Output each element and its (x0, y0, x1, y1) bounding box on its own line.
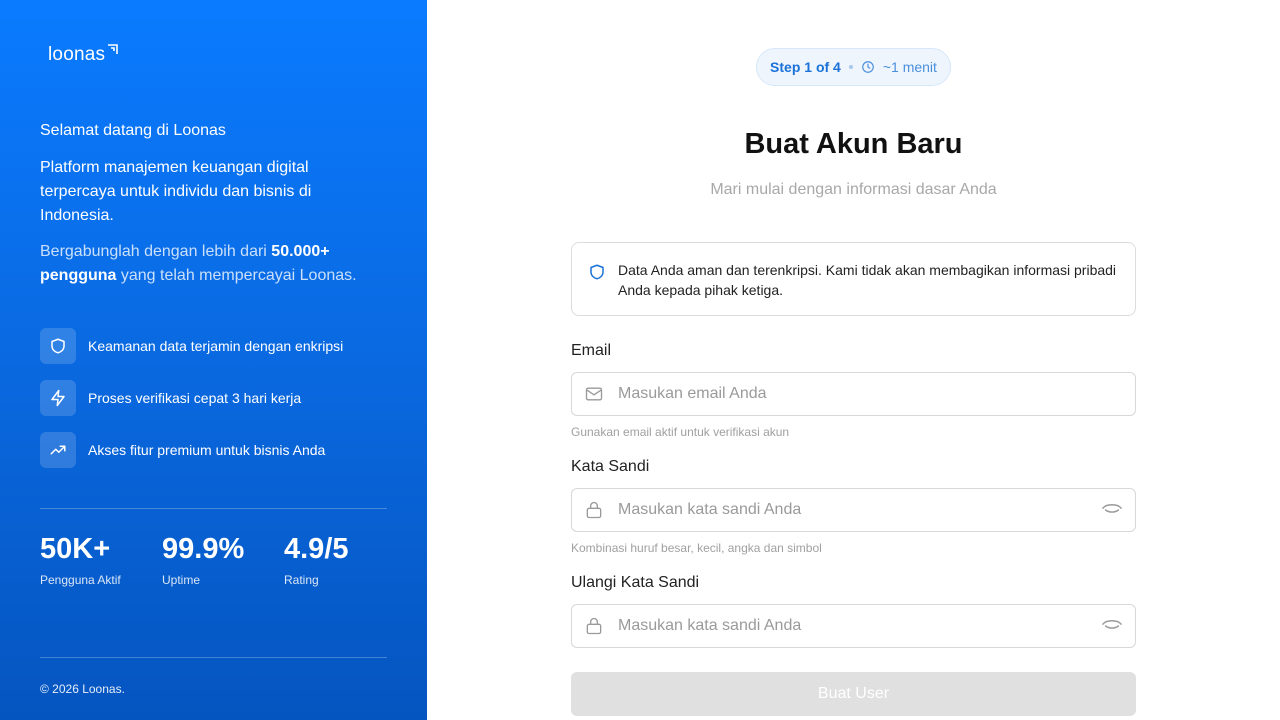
eye-closed-icon[interactable] (1101, 615, 1123, 637)
platform-description: Platform manajemen keuangan digital terp… (40, 159, 312, 224)
stat-value: 4.9/5 (284, 533, 349, 565)
email-label: Email (571, 342, 612, 359)
stat-label: Uptime (162, 573, 201, 587)
page-title: Buat Akun Baru (744, 128, 963, 160)
email-hint: Gunakan email aktif untuk verifikasi aku… (571, 425, 790, 439)
welcome-heading: Selamat datang di Loonas (40, 122, 226, 139)
time-estimate: ~1 menit (882, 59, 937, 75)
page-subtitle: Mari mulai dengan informasi dasar Anda (710, 181, 997, 198)
email-placeholder: Masukan email Anda (618, 385, 767, 402)
logo-arrow-icon (108, 44, 119, 54)
logo-text: loonas (48, 44, 106, 65)
brand-panel: loonas Selamat datang di Loonas Platform… (0, 0, 427, 720)
feature-item-verification: Proses verifikasi cepat 3 hari kerja (40, 380, 343, 416)
feature-item-premium: Akses fitur premium untuk bisnis Anda (40, 432, 343, 468)
password-field[interactable]: Masukan kata sandi Anda (571, 488, 1136, 532)
lock-icon (586, 617, 602, 635)
stat-label: Rating (284, 573, 319, 587)
divider (40, 508, 387, 509)
password-hint: Kombinasi huruf besar, kecil, angka dan … (571, 541, 822, 555)
eye-closed-icon[interactable] (1101, 499, 1123, 521)
signup-form-panel: Step 1 of 4 ~1 menit Buat Akun Baru Mari… (427, 0, 1280, 720)
stat-value: 50K+ (40, 533, 111, 565)
feature-label: Proses verifikasi cepat 3 hari kerja (88, 390, 302, 406)
create-user-button[interactable]: Buat User (571, 672, 1136, 716)
trending-up-icon (40, 432, 76, 468)
stat-active-users: 50K+ Pengguna Aktif (40, 532, 162, 587)
feature-label: Keamanan data terjamin dengan enkripsi (88, 338, 344, 354)
feature-list: Keamanan data terjamin dengan enkripsi P… (40, 328, 343, 484)
password-placeholder: Masukan kata sandi Anda (618, 501, 802, 518)
join-text: Bergabunglah dengan lebih dari 50.000+ p… (40, 240, 380, 288)
stat-label: Pengguna Aktif (40, 573, 121, 587)
stat-uptime: 99.9% Uptime (162, 532, 284, 587)
notice-text: Data Anda aman dan terenkripsi. Kami tid… (618, 262, 1117, 298)
mail-icon (585, 387, 603, 401)
clock-icon (862, 61, 874, 73)
step-text: Step 1 of 4 (770, 59, 841, 75)
stat-rating: 4.9/5 Rating (284, 532, 406, 587)
stat-value: 99.9% (162, 533, 245, 565)
security-notice: Data Anda aman dan terenkripsi. Kami tid… (571, 242, 1136, 316)
confirm-password-placeholder: Masukan kata sandi Anda (618, 617, 802, 634)
feature-label: Akses fitur premium untuk bisnis Anda (88, 442, 326, 458)
join-prefix: Bergabunglah dengan lebih dari (40, 243, 272, 260)
divider (40, 657, 387, 658)
lightning-icon (40, 380, 76, 416)
loonas-logo[interactable]: loonas (48, 44, 119, 66)
separator-dot (848, 65, 853, 69)
step-indicator: Step 1 of 4 ~1 menit (756, 48, 951, 86)
stats-row: 50K+ Pengguna Aktif 99.9% Uptime 4.9/5 R… (40, 532, 406, 587)
shield-icon (40, 328, 76, 364)
lock-icon (586, 501, 602, 519)
confirm-password-label: Ulangi Kata Sandi (571, 574, 700, 591)
confirm-password-field[interactable]: Masukan kata sandi Anda (571, 604, 1136, 648)
email-field[interactable]: Masukan email Anda (571, 372, 1136, 416)
shield-icon (590, 264, 604, 280)
join-suffix: yang telah mempercayai Loonas. (116, 267, 357, 284)
password-label: Kata Sandi (571, 458, 650, 475)
copyright: © 2026 Loonas. (40, 682, 125, 696)
feature-item-security: Keamanan data terjamin dengan enkripsi (40, 328, 343, 364)
